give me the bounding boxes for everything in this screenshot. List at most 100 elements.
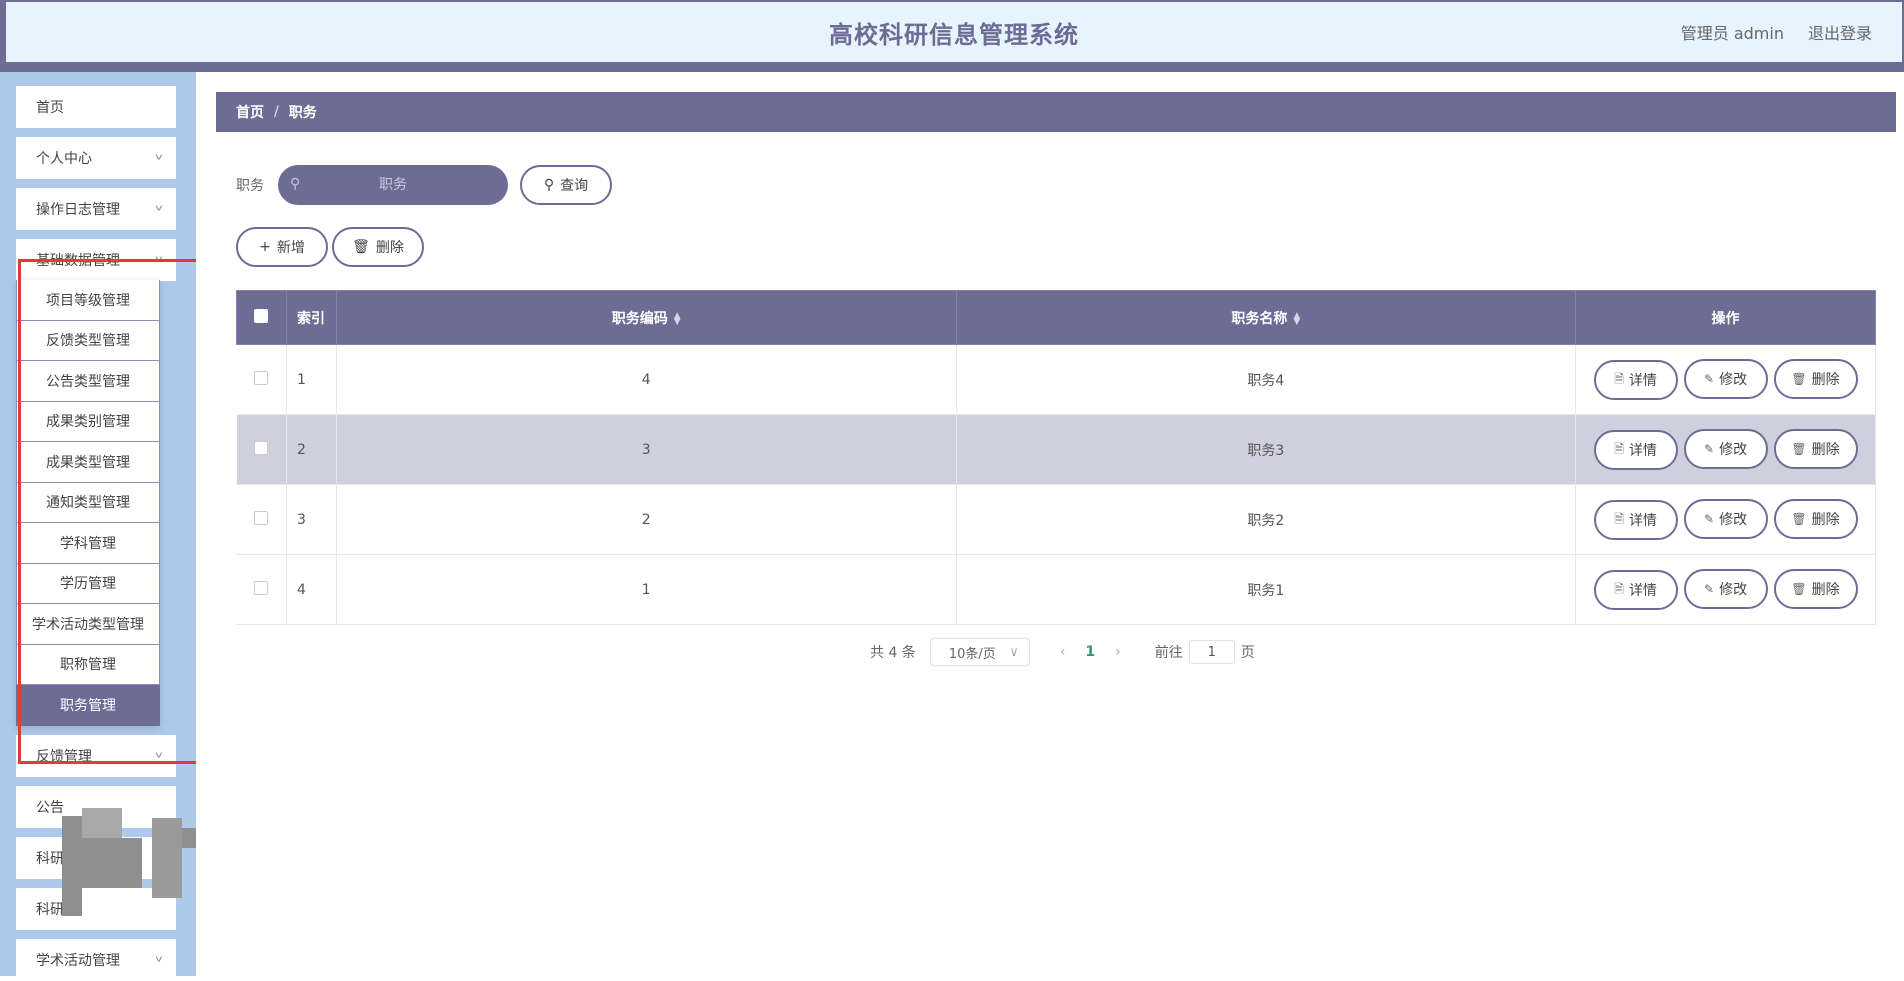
table-row[interactable]: 2 3 职务3 🗎 详情 ✎ 修改 🗑 删除 (236, 414, 1876, 485)
batch-delete-button[interactable]: 🗑 删除 (332, 227, 424, 267)
detail-button-label: 详情 (1628, 443, 1657, 460)
column-header-ops: 操作 (1575, 290, 1876, 345)
edit-button-label: 修改 (1719, 371, 1748, 388)
sidebar-item-label: 基础数据管理 (36, 253, 120, 269)
submenu-item-project-level[interactable]: 项目等级管理 (16, 280, 160, 321)
search-icon: ⚲ (290, 176, 301, 192)
table-row[interactable]: 3 2 职务2 🗎 详情 ✎ 修改 🗑 删除 (236, 484, 1876, 555)
submenu-item-academic-activity-type[interactable]: 学术活动类型管理 (16, 604, 160, 645)
chevron-down-icon: ∨ (153, 254, 164, 264)
search-wrap: ⚲ (278, 165, 508, 205)
detail-button[interactable]: 🗎 详情 (1593, 570, 1678, 611)
row-checkbox[interactable] (254, 580, 269, 595)
document-icon: 🗎 (1614, 511, 1624, 526)
sidebar-item-feedback[interactable]: 反馈管理 ∨ (16, 735, 176, 777)
edit-button-label: 修改 (1719, 441, 1748, 458)
goto-page-input[interactable] (1188, 640, 1235, 664)
table-row[interactable]: 4 1 职务1 🗎 详情 ✎ 修改 🗑 删除 (236, 554, 1876, 625)
logout-link[interactable]: 退出登录 (1808, 20, 1872, 44)
cell-code: 2 (336, 484, 957, 555)
delete-button-label: 删除 (1811, 511, 1840, 528)
submenu-item-position[interactable]: 职务管理 (16, 685, 160, 726)
detail-button[interactable]: 🗎 详情 (1593, 430, 1678, 471)
pagination: 共 4 条 10条/页 ∨ ‹ 1 › 前往 页 (870, 638, 1255, 666)
cell-code: 3 (336, 414, 957, 485)
row-select-cell (236, 414, 287, 485)
add-button[interactable]: + 新增 (236, 227, 328, 267)
edit-button[interactable]: ✎ 修改 (1683, 498, 1768, 539)
submenu-item-achievement-category[interactable]: 成果类别管理 (16, 401, 160, 442)
sidebar-item-personal-center[interactable]: 个人中心 ∨ (16, 137, 176, 179)
plus-icon: + (259, 239, 271, 255)
main-content: 首页 / 职务 职务 ⚲ ⚲ 查询 + 新增 🗑 删除 索引 (196, 72, 1904, 976)
submenu-item-notice-type[interactable]: 公告类型管理 (16, 361, 160, 402)
column-header-label: 职务编码 (611, 310, 668, 327)
sidebar-item-home[interactable]: 首页 (16, 86, 176, 128)
edit-button[interactable]: ✎ 修改 (1683, 568, 1768, 609)
column-header-index: 索引 (285, 290, 337, 345)
next-page-icon[interactable]: › (1115, 644, 1121, 660)
cell-index: 3 (286, 484, 337, 555)
column-header-name[interactable]: 职务名称 ▲ ▼ (955, 290, 1577, 345)
breadcrumb-home[interactable]: 首页 (236, 102, 264, 122)
sidebar-item-label: 科研 (36, 851, 64, 867)
pagination-total: 共 4 条 (870, 645, 916, 661)
cell-code: 1 (336, 554, 957, 625)
submenu-item-feedback-type[interactable]: 反馈类型管理 (16, 320, 160, 361)
delete-button-label: 删除 (1811, 371, 1840, 388)
chevron-down-icon: ∨ (153, 203, 164, 213)
delete-button[interactable]: 🗑 删除 (1773, 358, 1858, 399)
submenu-item-achievement-type[interactable]: 成果类型管理 (16, 442, 160, 483)
edit-button[interactable]: ✎ 修改 (1683, 358, 1768, 399)
search-form: 职务 ⚲ ⚲ 查询 (236, 165, 612, 205)
sidebar-item-label: 操作日志管理 (36, 202, 120, 218)
select-all-checkbox[interactable] (254, 308, 269, 323)
delete-button[interactable]: 🗑 删除 (1773, 498, 1858, 539)
delete-button-label: 删除 (1811, 581, 1840, 598)
action-bar: + 新增 🗑 删除 (236, 227, 424, 267)
search-icon: ⚲ (543, 177, 555, 193)
submenu-item-notification-type[interactable]: 通知类型管理 (16, 482, 160, 523)
table-header-row: 索引 职务编码 ▲ ▼ 职务名称 ▲ ▼ 操作 (236, 290, 1876, 345)
row-select-cell (236, 554, 287, 625)
page-size-select[interactable]: 10条/页 ∨ (929, 638, 1030, 666)
column-header-code[interactable]: 职务编码 ▲ ▼ (335, 290, 957, 345)
detail-button-label: 详情 (1628, 583, 1657, 600)
cell-ops: 🗎 详情 ✎ 修改 🗑 删除 (1575, 344, 1876, 415)
goto-label: 前往 (1154, 645, 1183, 661)
sort-icon[interactable]: ▲ ▼ (674, 311, 681, 326)
submenu-item-education[interactable]: 学历管理 (16, 563, 160, 604)
detail-button[interactable]: 🗎 详情 (1593, 500, 1678, 541)
delete-button[interactable]: 🗑 删除 (1773, 428, 1858, 469)
delete-button-label: 删除 (1811, 441, 1840, 458)
submenu-item-title[interactable]: 职称管理 (16, 644, 160, 685)
sort-icon[interactable]: ▲ ▼ (1293, 311, 1300, 326)
row-checkbox[interactable] (254, 370, 269, 385)
cell-ops: 🗎 详情 ✎ 修改 🗑 删除 (1575, 554, 1876, 625)
header-user-area: 管理员 admin 退出登录 (1681, 2, 1872, 62)
goto-page: 前往 页 (1155, 640, 1255, 664)
row-checkbox[interactable] (254, 440, 269, 455)
sidebar-item-operation-log[interactable]: 操作日志管理 ∨ (16, 188, 176, 230)
delete-button[interactable]: 🗑 删除 (1773, 568, 1858, 609)
search-input[interactable] (278, 165, 508, 205)
app-title: 高校科研信息管理系统 (829, 20, 1079, 49)
prev-page-icon[interactable]: ‹ (1060, 644, 1066, 660)
sidebar-item-label: 首页 (36, 100, 64, 116)
sidebar-item-label: 个人中心 (36, 151, 92, 167)
table-row[interactable]: 1 4 职务4 🗎 详情 ✎ 修改 🗑 删除 (236, 344, 1876, 415)
edit-button-label: 修改 (1719, 511, 1748, 528)
cell-code: 4 (336, 344, 957, 415)
top-header: 高校科研信息管理系统 管理员 admin 退出登录 (0, 0, 1904, 72)
query-button[interactable]: ⚲ 查询 (520, 165, 612, 205)
document-icon: 🗎 (1614, 371, 1624, 386)
edit-button[interactable]: ✎ 修改 (1683, 428, 1768, 469)
row-checkbox[interactable] (254, 510, 269, 525)
trash-icon: 🗑 (1791, 511, 1807, 526)
select-all-cell (236, 290, 287, 345)
detail-button[interactable]: 🗎 详情 (1593, 360, 1678, 401)
sidebar-item-academic-activity[interactable]: 学术活动管理 ∨ (16, 939, 176, 981)
submenu-item-discipline[interactable]: 学科管理 (16, 523, 160, 564)
sidebar-item-basic-data[interactable]: 基础数据管理 ∨ (16, 239, 176, 281)
page-number[interactable]: 1 (1085, 644, 1095, 660)
